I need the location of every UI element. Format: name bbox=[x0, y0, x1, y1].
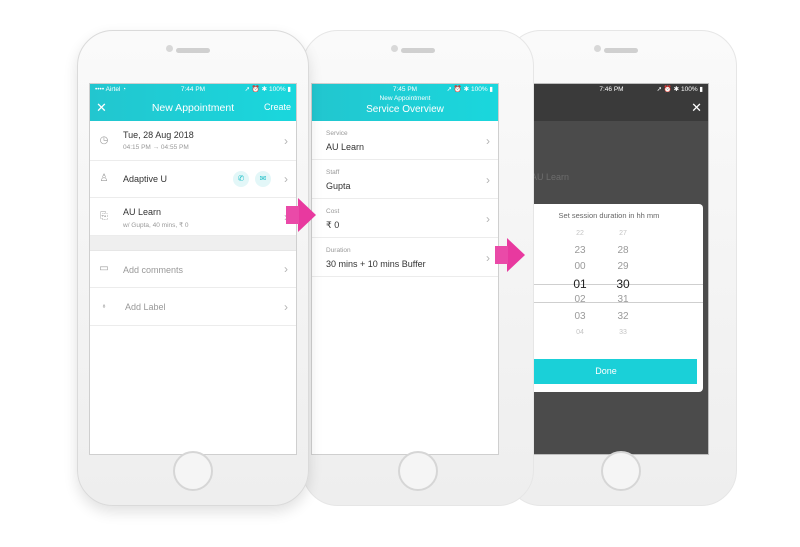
chevron-right-icon: › bbox=[486, 212, 490, 226]
cost-label: Cost bbox=[326, 208, 340, 215]
comment-icon: ▭ bbox=[99, 263, 109, 274]
duration-field[interactable]: Duration 30 mins + 10 mins Buffer › bbox=[312, 238, 498, 277]
hour-option[interactable]: 00 bbox=[565, 259, 595, 276]
phone-duration-picker: 7:46 PM ➚ ⏰ ✱ 100% ▮ ✕ AU Learn Set sess… bbox=[505, 30, 737, 506]
camera bbox=[166, 45, 173, 52]
page-title: Service Overview bbox=[366, 104, 444, 115]
minute-option[interactable]: 33 bbox=[608, 325, 638, 342]
title-bar: New Appointment Service Overview bbox=[312, 95, 498, 121]
service-field[interactable]: Service AU Learn › bbox=[312, 121, 498, 160]
done-button[interactable]: Done bbox=[515, 359, 697, 384]
minute-option[interactable]: 27 bbox=[608, 226, 638, 243]
status-bar: 7:46 PM ➚ ⏰ ✱ 100% ▮ bbox=[515, 84, 708, 95]
arrow-right-icon bbox=[286, 198, 316, 232]
clock-icon: ◷ bbox=[99, 134, 109, 146]
home-button[interactable] bbox=[398, 451, 438, 491]
create-button[interactable]: Create bbox=[264, 102, 291, 112]
camera bbox=[391, 45, 398, 52]
chevron-right-icon: › bbox=[486, 134, 490, 148]
arrow-right-icon bbox=[495, 238, 525, 272]
chevron-right-icon: › bbox=[486, 173, 490, 187]
minute-selected[interactable]: 30 bbox=[608, 276, 638, 293]
screen-new-appointment: •••• Airtel ◔ 7:44 PM ➚ ⏰ ✱ 100% ▮ ✕ New… bbox=[89, 83, 297, 455]
staff-field[interactable]: Staff Gupta › bbox=[312, 160, 498, 199]
home-button[interactable] bbox=[601, 451, 641, 491]
user-icon: ♙ bbox=[99, 173, 109, 184]
header: 7:45 PM ➚ ⏰ ✱ 100% ▮ New Appointment Ser… bbox=[312, 84, 498, 121]
minute-option[interactable]: 28 bbox=[608, 243, 638, 260]
hour-option[interactable]: 22 bbox=[565, 226, 595, 243]
add-comments: Add comments bbox=[123, 265, 184, 275]
cost-value: ₹ 0 bbox=[326, 220, 340, 230]
hour-option[interactable]: 04 bbox=[565, 325, 595, 342]
add-label: Add Label bbox=[125, 302, 166, 312]
date-label: Tue, 28 Aug 2018 bbox=[123, 130, 194, 140]
minute-option[interactable]: 29 bbox=[608, 259, 638, 276]
time-range: 04:15 PM → 04:55 PM bbox=[123, 144, 189, 151]
message-icon[interactable]: ✉ bbox=[255, 171, 271, 187]
service-row[interactable]: ⎘ AU Learn w/ Gupta, 40 mins, ₹ 0 › bbox=[90, 198, 296, 236]
dimmed-service-value: AU Learn bbox=[531, 172, 570, 182]
battery: ➚ ⏰ ✱ 100% ▮ bbox=[244, 86, 291, 93]
page-subtitle: New Appointment bbox=[379, 95, 431, 102]
minute-option[interactable]: 32 bbox=[608, 309, 638, 326]
battery: ➚ ⏰ ✱ 100% ▮ bbox=[446, 86, 493, 93]
chevron-right-icon: › bbox=[284, 262, 288, 276]
phone-icon[interactable]: ✆ bbox=[233, 171, 249, 187]
screen-duration-picker: 7:46 PM ➚ ⏰ ✱ 100% ▮ ✕ AU Learn Set sess… bbox=[514, 83, 709, 455]
hour-option[interactable]: 03 bbox=[565, 309, 595, 326]
status-bar: •••• Airtel ◔ 7:44 PM ➚ ⏰ ✱ 100% ▮ bbox=[90, 84, 296, 95]
phone-new-appointment: •••• Airtel ◔ 7:44 PM ➚ ⏰ ✱ 100% ▮ ✕ New… bbox=[77, 30, 309, 506]
speaker bbox=[604, 48, 638, 53]
date-row[interactable]: ◷ Tue, 28 Aug 2018 04:15 PM → 04:55 PM › bbox=[90, 121, 296, 161]
client-row[interactable]: ♙ Adaptive U ✆ ✉ › bbox=[90, 161, 296, 198]
service-icon: ⎘ bbox=[100, 210, 108, 222]
close-icon[interactable]: ✕ bbox=[691, 100, 702, 115]
header: 7:46 PM ➚ ⏰ ✱ 100% ▮ ✕ bbox=[515, 84, 708, 121]
chevron-right-icon: › bbox=[284, 133, 288, 148]
chevron-right-icon: › bbox=[284, 172, 288, 186]
hour-option[interactable]: 02 bbox=[565, 292, 595, 309]
duration-label: Duration bbox=[326, 247, 351, 254]
minute-option[interactable]: 31 bbox=[608, 292, 638, 309]
modal-title: Set session duration in hh mm bbox=[558, 211, 660, 220]
service-details: w/ Gupta, 40 mins, ₹ 0 bbox=[123, 222, 189, 229]
service-value: AU Learn bbox=[326, 142, 365, 152]
minutes-wheel[interactable]: 27 28 29 30 31 32 33 bbox=[608, 226, 638, 342]
chevron-right-icon: › bbox=[284, 299, 288, 314]
hour-selected[interactable]: 01 bbox=[565, 276, 595, 293]
battery-label: 100% bbox=[268, 86, 286, 93]
speaker bbox=[401, 48, 435, 53]
section-divider bbox=[90, 236, 296, 251]
comments-row[interactable]: ▭ Add comments › bbox=[90, 251, 296, 288]
battery-label: 100% bbox=[680, 86, 698, 93]
service-name: AU Learn bbox=[123, 207, 162, 217]
header: •••• Airtel ◔ 7:44 PM ➚ ⏰ ✱ 100% ▮ ✕ New… bbox=[90, 84, 296, 121]
label-row[interactable]: ⬫ Add Label › bbox=[90, 288, 296, 326]
hour-option[interactable]: 23 bbox=[565, 243, 595, 260]
staff-value: Gupta bbox=[326, 181, 351, 191]
home-button[interactable] bbox=[173, 451, 213, 491]
staff-label: Staff bbox=[326, 169, 340, 176]
battery: ➚ ⏰ ✱ 100% ▮ bbox=[656, 86, 703, 93]
speaker bbox=[176, 48, 210, 53]
hours-wheel[interactable]: 22 23 00 01 02 03 04 bbox=[565, 226, 595, 342]
duration-picker[interactable]: 22 23 00 01 02 03 04 27 28 29 30 31 32 3… bbox=[515, 226, 703, 346]
duration-value: 30 mins + 10 mins Buffer bbox=[326, 259, 426, 269]
title-bar: ✕ bbox=[515, 95, 708, 121]
screen-service-overview: 7:45 PM ➚ ⏰ ✱ 100% ▮ New Appointment Ser… bbox=[311, 83, 499, 455]
service-label: Service bbox=[326, 130, 348, 137]
tag-icon: ⬫ bbox=[102, 300, 106, 312]
phone-service-overview: 7:45 PM ➚ ⏰ ✱ 100% ▮ New Appointment Ser… bbox=[302, 30, 534, 506]
duration-modal: Set session duration in hh mm 22 23 00 0… bbox=[515, 204, 703, 392]
camera bbox=[594, 45, 601, 52]
status-bar: 7:45 PM ➚ ⏰ ✱ 100% ▮ bbox=[312, 84, 498, 95]
chevron-right-icon: › bbox=[486, 251, 490, 265]
title-bar: ✕ New Appointment Create bbox=[90, 95, 296, 121]
client-name: Adaptive U bbox=[123, 174, 168, 184]
cost-field[interactable]: Cost ₹ 0 › bbox=[312, 199, 498, 238]
battery-label: 100% bbox=[470, 86, 488, 93]
